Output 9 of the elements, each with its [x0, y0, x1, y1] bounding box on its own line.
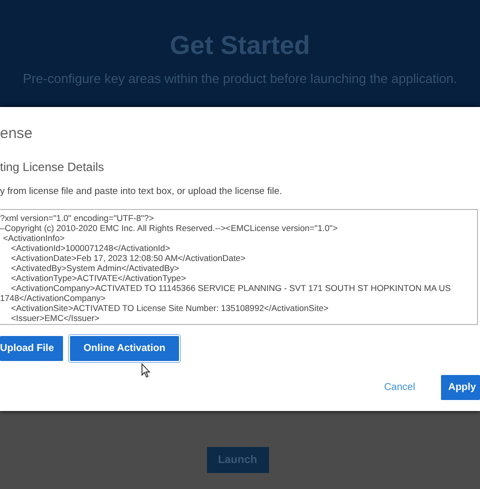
dialog-title: ense: [0, 125, 34, 142]
cancel-button[interactable]: Cancel: [384, 382, 416, 393]
instructions-text: y from license file and paste into text box, or upload the license file.: [0, 186, 283, 197]
section-title: ting License Details: [0, 160, 106, 174]
license-text-box[interactable]: ?xml version="1.0" encoding="UTF-8"?> –Copyright (c) 2010-2020 EMC Inc. All Rights Reserved.--><EMCLicense version="1.0"> <ActivationInfo> <ActivationId>1000071248</ActivationId> <ActivationDate>Feb 17, 2023 12:08:50 AM</ActivationDate> <ActivatedBy>System Admin</ActivatedBy> <ActivationType>ACTIVATE</ActivationType> <ActivationCompany>ACTIVATED TO 11145366 SERVICE PLANNING - SVT 171 SOUTH ST HOPKINTON MA US 1748</ActivationCompany> <ActivationSite>ACTIVATED TO License Site Number: 135108992</ActivationSite> <Issuer>EMC</Issuer>: [0, 209, 478, 325]
online-activation-button[interactable]: Online Activation: [70, 336, 179, 361]
apply-button[interactable]: Apply: [441, 375, 480, 400]
mouse-pointer-icon: [141, 363, 151, 378]
upload-file-button[interactable]: Upload File: [0, 336, 63, 361]
